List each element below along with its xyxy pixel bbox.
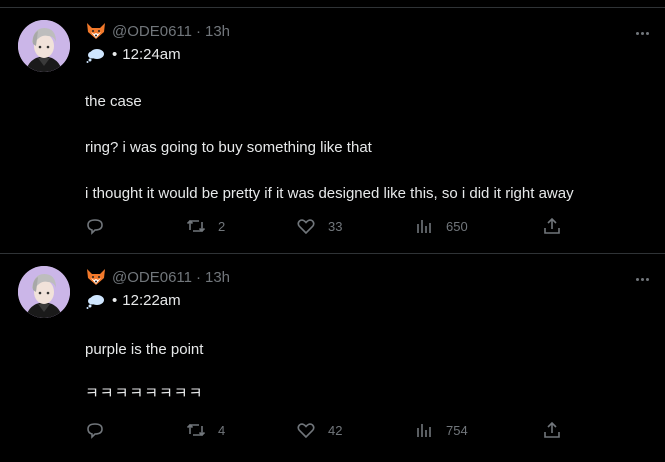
retweet-button[interactable]: 4 — [186, 420, 225, 440]
separator: · — [196, 268, 201, 286]
bullet: • — [112, 292, 118, 309]
avatar[interactable] — [18, 266, 70, 318]
time-ago[interactable]: 13h — [205, 269, 230, 286]
action-bar: 2 33 650 — [0, 216, 665, 240]
view-count: 754 — [446, 422, 468, 438]
retweet-icon — [186, 420, 206, 440]
tweet-text-line: i thought it would be pretty if it was d… — [85, 185, 574, 202]
tweet-text-line: the case — [85, 93, 142, 110]
author-handle[interactable]: @ODE0611 — [112, 23, 192, 40]
share-button[interactable] — [542, 216, 562, 236]
tweet-text-line: ring? i was going to buy something like … — [85, 139, 372, 156]
views-button[interactable]: 650 — [414, 216, 468, 236]
like-icon — [296, 216, 316, 236]
reply-icon — [85, 216, 105, 236]
like-count: 33 — [328, 218, 343, 234]
time-ago[interactable]: 13h — [205, 23, 230, 40]
share-button[interactable] — [542, 420, 562, 440]
share-icon — [542, 216, 562, 236]
action-bar: 4 42 754 — [0, 420, 665, 444]
view-count: 650 — [446, 218, 468, 234]
reply-icon — [85, 420, 105, 440]
retweet-count: 2 — [218, 218, 226, 234]
author-handle[interactable]: @ODE0611 — [112, 269, 192, 286]
timestamp: 12:24am — [122, 46, 181, 63]
views-icon — [414, 420, 434, 440]
retweet-icon — [186, 216, 206, 236]
like-button[interactable]: 33 — [296, 216, 342, 236]
cloud-emoji-icon — [86, 47, 106, 63]
retweet-count: 4 — [218, 422, 226, 438]
avatar[interactable] — [18, 20, 70, 72]
tweet[interactable]: @ODE0611 · 13h • 12:22am purple is the p… — [0, 254, 665, 462]
more-icon[interactable] — [633, 24, 651, 42]
cloud-emoji-icon — [86, 293, 106, 309]
top-divider — [0, 0, 665, 8]
tweet-text-line: purple is the point — [85, 341, 204, 358]
more-icon[interactable] — [633, 270, 651, 288]
views-button[interactable]: 754 — [414, 420, 468, 440]
reply-button[interactable] — [85, 420, 105, 440]
separator: · — [196, 22, 201, 40]
like-button[interactable]: 42 — [296, 420, 342, 440]
like-icon — [296, 420, 316, 440]
share-icon — [542, 420, 562, 440]
fox-emoji-icon — [86, 268, 106, 286]
timestamp: 12:22am — [122, 292, 181, 309]
like-count: 42 — [328, 422, 343, 438]
retweet-button[interactable]: 2 — [186, 216, 225, 236]
fox-emoji-icon — [86, 22, 106, 40]
tweet[interactable]: @ODE0611 · 13h • 12:24am the case ring? … — [0, 8, 665, 254]
views-icon — [414, 216, 434, 236]
tweet-text-line: ㅋㅋㅋㅋㅋㅋㅋㅋ — [85, 385, 204, 402]
bullet: • — [112, 46, 118, 63]
reply-button[interactable] — [85, 216, 105, 236]
